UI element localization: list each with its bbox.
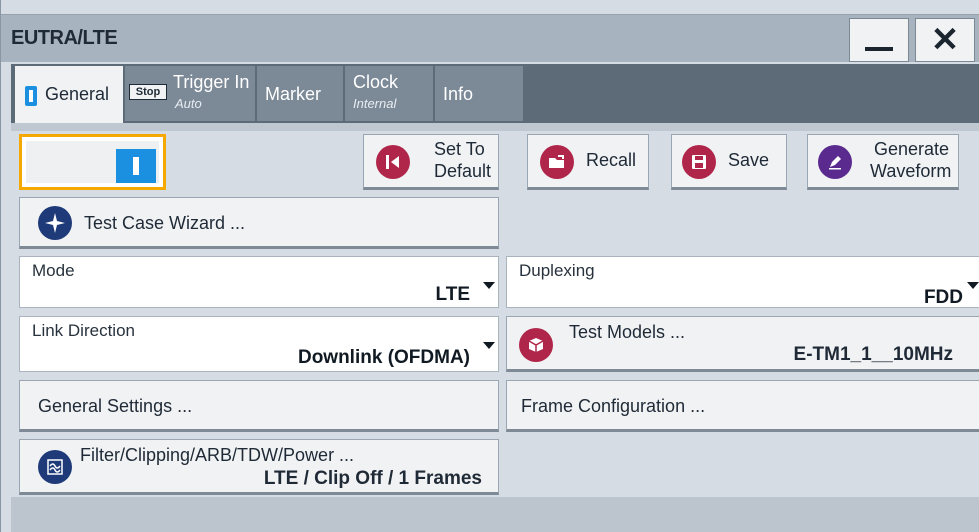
set-to-label: Set To: [434, 139, 485, 159]
tab-info[interactable]: Info: [435, 66, 523, 121]
test-models-label: Test Models ...: [569, 322, 686, 342]
waveform-label: Waveform: [870, 161, 952, 181]
tab-general[interactable]: General: [15, 66, 123, 123]
tab-sublabel: Auto: [175, 96, 202, 111]
dropdown-arrow-icon: [967, 282, 979, 289]
tab-label: General: [45, 84, 110, 104]
frame-configuration-label: Frame Configuration ...: [521, 396, 706, 416]
minimize-button[interactable]: [849, 18, 909, 62]
filter-icon: [38, 450, 72, 484]
mode-label: Mode: [32, 261, 75, 280]
link-direction-label: Link Direction: [32, 321, 135, 340]
panel-separator: [11, 123, 979, 131]
test-models-box-icon: [519, 328, 553, 362]
tab-clock[interactable]: Clock Internal: [345, 66, 433, 121]
state-toggle[interactable]: [19, 134, 166, 190]
tab-trigger-in[interactable]: Stop Trigger In Auto: [125, 66, 255, 121]
title-bar: EUTRA/LTE ✕: [1, 14, 979, 62]
dropdown-arrow-icon: [483, 282, 495, 289]
tab-sublabel: Internal: [353, 96, 397, 111]
recall-label: Recall: [586, 150, 637, 170]
test-case-wizard-label: Test Case Wizard ...: [84, 213, 246, 233]
test-case-wizard-button[interactable]: Test Case Wizard ...: [19, 197, 499, 249]
minimize-icon: [865, 47, 893, 51]
mode-select[interactable]: Mode LTE: [19, 256, 499, 308]
filter-clipping-button[interactable]: Filter/Clipping/ARB/TDW/Power ... LTE / …: [19, 439, 499, 495]
duplexing-label: Duplexing: [519, 261, 595, 280]
recall-button[interactable]: Recall: [527, 134, 649, 190]
generate-pen-icon: [818, 145, 852, 179]
bottom-area: [11, 497, 979, 532]
mode-value: LTE: [435, 284, 470, 305]
generate-waveform-button[interactable]: Generate Waveform: [807, 134, 959, 190]
close-button[interactable]: ✕: [915, 18, 975, 62]
tab-label: Trigger In: [173, 72, 250, 92]
save-label: Save: [728, 150, 770, 170]
dropdown-arrow-icon: [483, 342, 495, 349]
window-title: EUTRA/LTE: [11, 27, 118, 49]
tab-label: Clock: [353, 72, 399, 92]
link-direction-select[interactable]: Link Direction Downlink (OFDMA): [19, 316, 499, 372]
close-icon: ✕: [930, 21, 960, 59]
tab-marker[interactable]: Marker: [257, 66, 343, 121]
toggle-knob: [116, 149, 156, 183]
test-models-value: E-TM1_1__10MHz: [793, 344, 953, 365]
recall-folder-icon: [540, 145, 574, 179]
link-direction-value: Downlink (OFDMA): [297, 347, 470, 368]
generate-label: Generate: [874, 139, 950, 159]
test-models-button[interactable]: Test Models ... E-TM1_1__10MHz: [506, 316, 979, 372]
filter-label: Filter/Clipping/ARB/TDW/Power ...: [80, 445, 355, 465]
tab-label: Info: [443, 84, 474, 104]
save-disk-icon: [682, 145, 716, 179]
general-settings-label: General Settings ...: [38, 396, 193, 416]
eutra-lte-window: EUTRA/LTE ✕ General Stop Trigger In Auto…: [0, 0, 979, 532]
save-button[interactable]: Save: [671, 134, 787, 190]
set-to-default-button[interactable]: Set To Default: [363, 134, 499, 190]
set-default-icon: [376, 145, 410, 179]
stop-badge: Stop: [129, 84, 167, 100]
wizard-star-icon: [38, 206, 72, 240]
tab-label: Marker: [265, 84, 322, 104]
duplexing-select[interactable]: Duplexing FDD: [506, 256, 979, 308]
duplexing-value: FDD: [923, 287, 963, 308]
filter-value: LTE / Clip Off / 1 Frames: [263, 468, 482, 489]
frame-configuration-button[interactable]: Frame Configuration ...: [506, 380, 979, 432]
state-indicator-icon: [25, 86, 37, 106]
default-label: Default: [434, 161, 492, 181]
general-settings-button[interactable]: General Settings ...: [19, 380, 499, 432]
tab-bar: General Stop Trigger In Auto Marker Cloc…: [11, 64, 979, 123]
toggle-track: [26, 141, 159, 183]
